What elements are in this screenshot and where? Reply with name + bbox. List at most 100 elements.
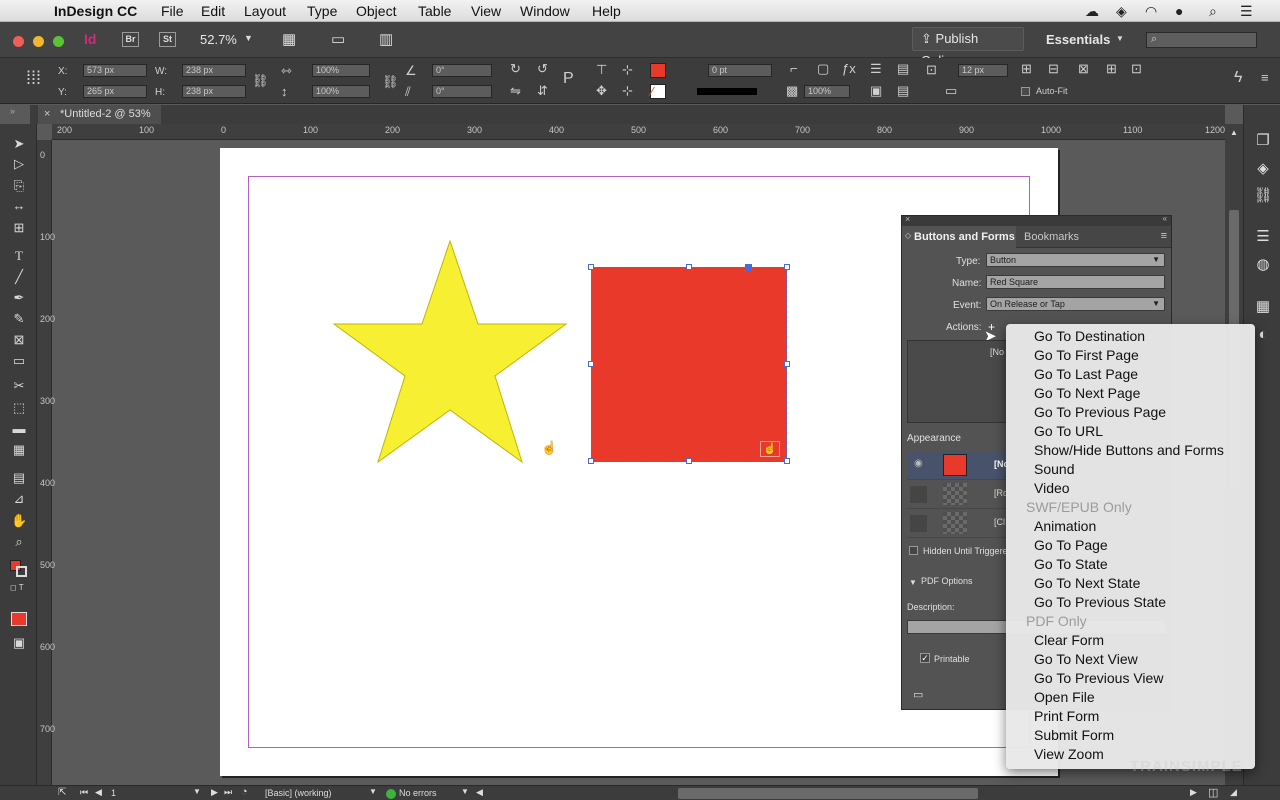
hand-tool-icon[interactable]: ✋: [11, 513, 27, 529]
tab-bookmarks[interactable]: Bookmarks: [1024, 231, 1079, 243]
frame-offset-field[interactable]: 12 px: [958, 64, 1008, 77]
screen-mode-normal-icon[interactable]: ▣: [11, 635, 27, 651]
chevron-down-icon[interactable]: ▼: [369, 787, 377, 796]
red-square-button[interactable]: ☝: [591, 267, 787, 462]
selection-handle[interactable]: [784, 264, 790, 270]
link-scale-icon[interactable]: ⛓: [382, 75, 399, 89]
menu-item-animation[interactable]: Animation: [1034, 517, 1096, 536]
menu-type[interactable]: Type: [307, 3, 337, 19]
split-window-icon[interactable]: ◫: [1208, 786, 1218, 799]
type-dropdown[interactable]: Button ▼: [986, 253, 1165, 267]
drop-shadow-icon[interactable]: ▢: [817, 62, 829, 76]
menu-object[interactable]: Object: [356, 3, 396, 19]
flip-horizontal-icon[interactable]: ⇋: [510, 84, 521, 98]
menu-item-go-to-next-view[interactable]: Go To Next View: [1034, 650, 1138, 669]
text-direction-icon[interactable]: P: [563, 71, 574, 87]
fill-frame-proportionally-icon[interactable]: ⊞: [1106, 62, 1117, 76]
menu-item-go-to-last-page[interactable]: Go To Last Page: [1034, 365, 1138, 384]
horizontal-ruler[interactable]: 200 100 0 100 200 300 400 500 600 700 80…: [52, 124, 1225, 140]
x-field[interactable]: 573 px: [83, 64, 147, 77]
menu-item-go-to-destination[interactable]: Go To Destination: [1034, 327, 1145, 346]
links-panel-icon[interactable]: ⛓: [1253, 186, 1273, 206]
wifi-icon[interactable]: ◠: [1145, 3, 1157, 20]
open-page-icon[interactable]: ⇱: [58, 787, 66, 798]
star-polygon[interactable]: [332, 239, 568, 464]
frame-fitting-options-icon[interactable]: ▭: [945, 84, 957, 98]
stroke-weight-field[interactable]: 0 pt: [708, 64, 772, 77]
cc-libraries-panel-icon[interactable]: ▦: [1253, 297, 1273, 317]
close-tab-icon[interactable]: ×: [44, 105, 50, 124]
fill-swatch[interactable]: [650, 63, 666, 78]
event-dropdown[interactable]: On Release or Tap ▼: [986, 297, 1165, 311]
menu-item-go-to-next-page[interactable]: Go To Next Page: [1034, 384, 1140, 403]
selection-handle[interactable]: [784, 458, 790, 464]
eye-visibility-icon[interactable]: ◉: [914, 458, 923, 469]
selection-handle[interactable]: [745, 264, 752, 271]
pencil-tool-icon[interactable]: ✎: [11, 311, 27, 327]
frame-fitting-icon[interactable]: ⊡: [926, 63, 937, 77]
y-field[interactable]: 265 px: [83, 85, 147, 98]
preflight-errors[interactable]: No errors: [399, 788, 437, 798]
selection-handle[interactable]: [784, 361, 790, 367]
pen-tool-icon[interactable]: ✒: [11, 290, 27, 306]
menu-item-go-to-url[interactable]: Go To URL: [1034, 422, 1103, 441]
menu-item-clear-form[interactable]: Clear Form: [1034, 631, 1104, 650]
reference-point-icon[interactable]: ⁞⁞⁞: [26, 69, 41, 87]
menu-edit[interactable]: Edit: [201, 3, 225, 19]
fit-content-to-frame-icon[interactable]: ⊞: [1021, 62, 1032, 76]
zoom-tool-icon[interactable]: ⌕: [11, 534, 27, 550]
stock-button[interactable]: St: [159, 32, 176, 47]
stroke-type-preview[interactable]: [697, 88, 757, 95]
stroke-color-swatch[interactable]: [16, 566, 27, 577]
preflight-icon[interactable]: ◔: [241, 786, 248, 798]
center-content-icon[interactable]: ⊠: [1078, 62, 1089, 76]
printable-checkbox[interactable]: ✓: [920, 653, 930, 663]
stroke-panel-icon[interactable]: ☰: [1253, 227, 1273, 247]
menu-item-go-to-previous-view[interactable]: Go To Previous View: [1034, 669, 1163, 688]
layers-panel-icon[interactable]: ◈: [1253, 159, 1273, 179]
swatches-panel-icon[interactable]: ◍: [1253, 255, 1273, 275]
next-page-icon[interactable]: ▶: [211, 787, 218, 798]
line-tool-icon[interactable]: ╱: [11, 269, 27, 285]
shear-field[interactable]: 0°: [432, 85, 492, 98]
rotate-ccw-icon[interactable]: ↺: [537, 62, 548, 76]
scroll-right-icon[interactable]: ▶: [1190, 787, 1197, 798]
opacity-field[interactable]: 100%: [804, 85, 850, 98]
menu-item-submit-form[interactable]: Submit Form: [1034, 726, 1114, 745]
distribute-icon[interactable]: ▤: [897, 84, 909, 98]
constrain-proportions-icon[interactable]: ⛓: [252, 74, 269, 88]
menu-item-go-to-first-page[interactable]: Go To First Page: [1034, 346, 1139, 365]
direct-selection-tool-icon[interactable]: ▷: [11, 156, 27, 172]
wrap-around-icon[interactable]: ▤: [897, 62, 909, 76]
panel-menu-icon[interactable]: ≡: [1261, 71, 1269, 85]
tab-buttons-and-forms[interactable]: ◇ Buttons and Forms: [902, 226, 1016, 248]
menu-item-sound[interactable]: Sound: [1034, 460, 1074, 479]
stroke-swatch[interactable]: ⁄: [650, 84, 666, 99]
menu-item-go-to-next-state[interactable]: Go To Next State: [1034, 574, 1140, 593]
workspace-switcher[interactable]: Essentials: [1046, 32, 1110, 47]
formatting-affects-container-icon[interactable]: ◻ T: [10, 583, 24, 592]
page-number-field[interactable]: 1: [111, 788, 116, 798]
auto-fit-checkbox[interactable]: [1021, 87, 1030, 96]
corner-options-icon[interactable]: ⌐: [790, 62, 798, 76]
menu-item-video[interactable]: Video: [1034, 479, 1070, 498]
resize-handle-icon[interactable]: ◢: [1230, 787, 1237, 798]
selection-handle[interactable]: [588, 361, 594, 367]
rectangle-tool-icon[interactable]: ▭: [11, 353, 27, 369]
publish-online-button[interactable]: ⇪ Publish Online: [912, 27, 1024, 68]
help-search-input[interactable]: ⌕: [1146, 32, 1257, 48]
menu-item-show-hide-buttons[interactable]: Show/Hide Buttons and Forms: [1034, 441, 1224, 460]
effects-fx-icon[interactable]: ƒx: [842, 62, 856, 76]
apply-color-icon[interactable]: [11, 612, 27, 626]
dropbox-icon[interactable]: ◈: [1116, 3, 1127, 20]
close-window-button[interactable]: [13, 36, 24, 47]
select-container-icon[interactable]: ⊤: [596, 63, 607, 77]
preview-spread-icon[interactable]: ▭: [913, 688, 923, 701]
menu-table[interactable]: Table: [418, 3, 451, 19]
menu-help[interactable]: Help: [592, 3, 621, 19]
select-content-icon[interactable]: ✥: [596, 84, 607, 98]
last-page-icon[interactable]: ⏭: [224, 787, 232, 798]
content-collector-icon[interactable]: ⊞: [11, 220, 27, 236]
select-next-icon[interactable]: ⊹: [622, 84, 633, 98]
menu-window[interactable]: Window: [520, 3, 570, 19]
